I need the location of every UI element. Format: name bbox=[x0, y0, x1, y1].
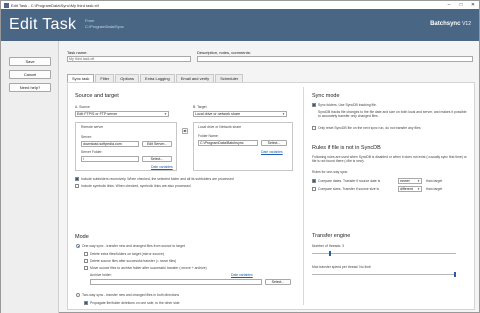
dates-suffix-label: than target bbox=[426, 179, 443, 183]
local-drive-box bbox=[193, 122, 293, 171]
task-name-input[interactable]: My third task.xtf bbox=[67, 56, 191, 62]
save-button[interactable]: Save bbox=[9, 57, 51, 66]
mode-heading: Mode bbox=[75, 234, 89, 240]
server-label: Server: bbox=[81, 135, 92, 139]
syncdb-description: SyncDB tracks file changes to the file d… bbox=[318, 110, 467, 119]
sizes-condition-value: different bbox=[400, 187, 413, 191]
description-label: Description, notes, comments: bbox=[197, 50, 251, 55]
chevron-down-icon: ▼ bbox=[417, 179, 420, 183]
chevron-down-icon: ▼ bbox=[282, 112, 285, 116]
folder-name-input[interactable]: C:\ProgramData\Batchsync bbox=[198, 140, 258, 146]
speed-slider-thumb[interactable] bbox=[454, 272, 456, 277]
description-input[interactable] bbox=[197, 56, 473, 62]
compare-sizes-checkbox[interactable] bbox=[312, 187, 316, 191]
target-type-select[interactable]: Local drive or network share ▼ bbox=[193, 111, 287, 117]
date-variables-link-target[interactable]: Date variables bbox=[261, 150, 283, 154]
two-way-radio[interactable] bbox=[76, 293, 80, 297]
target-type-value: Local drive or network share bbox=[195, 112, 241, 116]
server-folder-input[interactable]: / bbox=[81, 156, 139, 162]
source-label: A. Source bbox=[75, 105, 90, 109]
window-controls: – □ ✕ bbox=[443, 1, 479, 9]
remote-server-heading: Remote server bbox=[81, 125, 104, 129]
brand-version: V12 bbox=[462, 21, 471, 27]
header-banner: Edit Task From C:\ProgramData\Sync Batch… bbox=[1, 9, 479, 41]
edit-task-window: Edit Task - C:\ProgramData\Sync\My third… bbox=[0, 0, 480, 313]
include-symlinks-label: Include symbolic links. When checked, sy… bbox=[81, 184, 191, 188]
delete-extra-label: Delete extra files/folders on target (mi… bbox=[90, 252, 164, 256]
delete-extra-checkbox[interactable] bbox=[84, 252, 88, 256]
compare-sizes-label: Compare sizes. Transfer if source size i… bbox=[318, 187, 380, 191]
rules-description: Following rules are used when SyncDB is … bbox=[312, 155, 467, 164]
only-reset-label: Only reset SyncDB file on the next sync … bbox=[318, 126, 421, 130]
folder-name-label: Folder Name: bbox=[198, 134, 219, 138]
dates-condition-value: newer bbox=[400, 179, 410, 183]
server-folder-select-button[interactable]: Select... bbox=[142, 156, 172, 162]
local-drive-heading: Local drive or Network share bbox=[198, 125, 242, 129]
propagate-deletions-label: Propagate file/folder deletions on one s… bbox=[90, 301, 180, 305]
edit-server-button[interactable]: Edit Server... bbox=[142, 141, 172, 147]
maximize-button[interactable]: □ bbox=[455, 1, 467, 9]
chevron-down-icon: ▼ bbox=[417, 187, 420, 191]
swap-button[interactable]: ⇄ bbox=[182, 128, 188, 134]
archive-folder-input[interactable] bbox=[90, 279, 262, 285]
target-label: B. Target bbox=[193, 105, 207, 109]
app-icon bbox=[4, 2, 9, 8]
rules-heading: Rules if file is not in SyncDB bbox=[312, 145, 381, 151]
threads-value: 3 bbox=[341, 244, 344, 248]
include-subfolders-label: Include subfolders recursively. When che… bbox=[81, 177, 234, 181]
window-titlebar: Edit Task - C:\ProgramData\Sync\My third… bbox=[1, 1, 479, 9]
sizes-suffix-label: than target bbox=[426, 187, 443, 191]
two-way-label: Two-way sync - transfer new and changed … bbox=[82, 293, 180, 297]
archive-select-button[interactable]: Select... bbox=[265, 279, 291, 285]
one-way-radio[interactable] bbox=[76, 244, 80, 248]
source-type-value: Edit FTP/S or FTP server bbox=[77, 112, 118, 116]
threads-label: Number of threads: 3 bbox=[312, 244, 344, 248]
task-name-label: Task name: bbox=[67, 50, 88, 55]
delete-source-label: Delete source files after successful tra… bbox=[90, 259, 177, 263]
compare-dates-checkbox[interactable] bbox=[312, 179, 316, 183]
archive-folder-label: Archive folder: bbox=[90, 273, 112, 277]
speed-slider-track[interactable] bbox=[312, 274, 456, 275]
source-type-select[interactable]: Edit FTP/S or FTP server ▼ bbox=[75, 111, 169, 117]
sync-mode-heading: Sync mode bbox=[312, 93, 340, 99]
need-help-button[interactable]: Need help? bbox=[9, 83, 51, 92]
server-folder-label: Server Folder: bbox=[81, 150, 103, 154]
include-symlinks-checkbox[interactable] bbox=[75, 184, 79, 188]
move-archive-checkbox[interactable] bbox=[84, 266, 88, 270]
folder-select-button[interactable]: Select... bbox=[261, 140, 287, 146]
one-way-rules-label: Rules for one-way sync: bbox=[312, 170, 349, 174]
sizes-condition-select[interactable]: different ▼ bbox=[398, 186, 422, 192]
date-variables-link[interactable]: Date variables bbox=[151, 165, 173, 169]
threads-slider-track[interactable] bbox=[312, 253, 456, 254]
brand-name: Batchsync bbox=[430, 21, 461, 27]
threads-label-text: Number of threads: bbox=[312, 244, 342, 248]
cancel-button[interactable]: Cancel bbox=[9, 70, 51, 79]
left-button-column: Save Cancel Need help? bbox=[1, 41, 59, 313]
chevron-down-icon: ▼ bbox=[164, 112, 167, 116]
delete-source-checkbox[interactable] bbox=[84, 259, 88, 263]
only-reset-checkbox[interactable] bbox=[312, 126, 316, 130]
minimize-button[interactable]: – bbox=[443, 1, 455, 9]
from-label: From bbox=[85, 18, 95, 23]
include-subfolders-checkbox[interactable] bbox=[75, 177, 79, 181]
server-input[interactable]: download.softpedia.com bbox=[81, 141, 139, 147]
column-divider bbox=[303, 87, 304, 305]
transfer-engine-heading: Transfer engine bbox=[312, 233, 351, 239]
threads-slider-thumb[interactable] bbox=[329, 251, 332, 256]
archive-date-variables-link[interactable]: Date variables bbox=[231, 273, 253, 277]
compare-dates-label: Compare dates. Transfer if source date i… bbox=[318, 179, 381, 183]
dates-condition-select[interactable]: newer ▼ bbox=[398, 178, 422, 184]
use-syncdb-label: Sync folders. Use SyncDB tracking file. bbox=[318, 103, 377, 107]
one-way-label: One-way sync - transfer new and changed … bbox=[82, 244, 185, 248]
close-button[interactable]: ✕ bbox=[467, 1, 479, 9]
propagate-deletions-checkbox[interactable] bbox=[84, 301, 88, 305]
use-syncdb-checkbox[interactable] bbox=[312, 103, 316, 107]
move-archive-label: Move source files to archive folder afte… bbox=[90, 266, 207, 270]
window-title: Edit Task - C:\ProgramData\Sync\My third… bbox=[11, 2, 99, 8]
page-title: Edit Task bbox=[9, 16, 77, 33]
brand-logo: Batchsync V12 bbox=[430, 21, 471, 27]
speed-label: Max transfer speed per thread: No limit bbox=[312, 265, 371, 269]
source-target-heading: Source and target bbox=[75, 93, 119, 99]
from-path: C:\ProgramData\Sync bbox=[85, 24, 124, 29]
